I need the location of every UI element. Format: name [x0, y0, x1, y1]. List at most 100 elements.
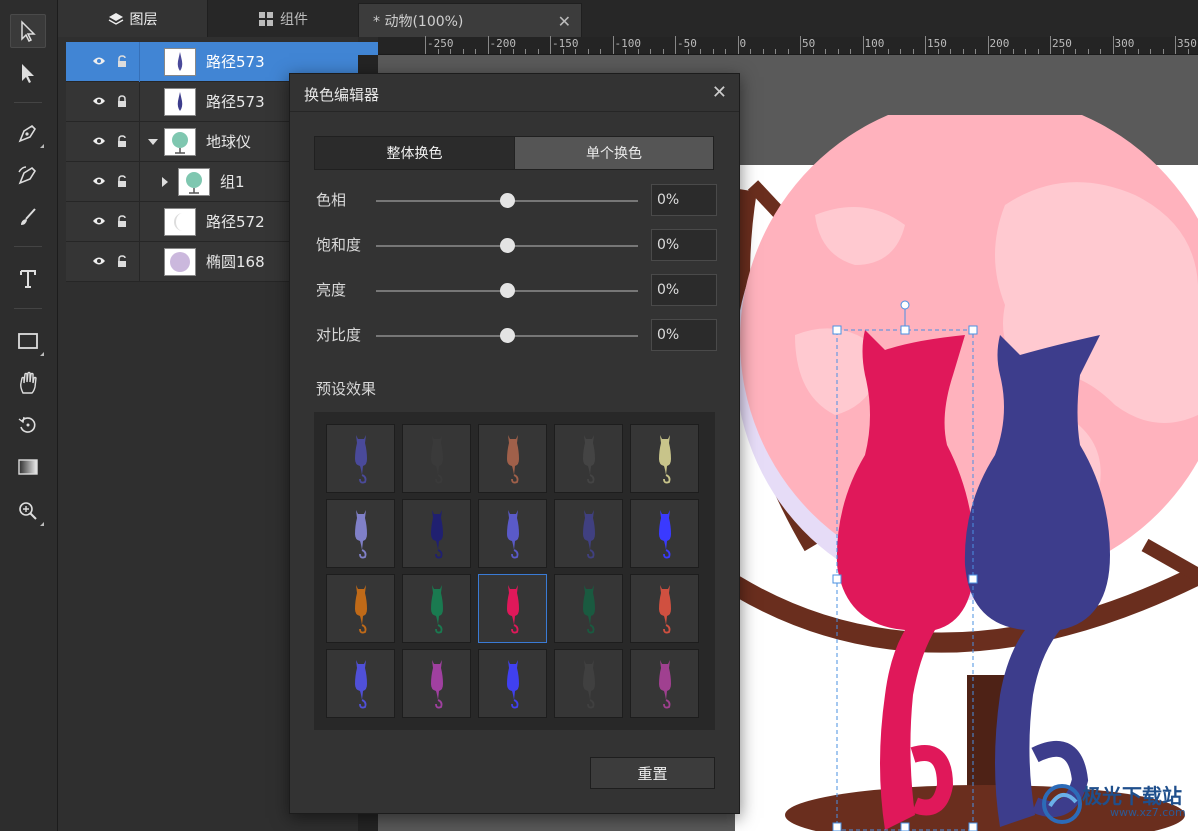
- resize-handle[interactable]: [900, 325, 910, 335]
- preset-swatch[interactable]: [630, 499, 699, 568]
- resize-handle[interactable]: [900, 822, 910, 831]
- slider-label: 色相: [316, 191, 347, 209]
- resize-handle[interactable]: [968, 574, 978, 584]
- close-icon[interactable]: ✕: [712, 82, 727, 103]
- preset-swatch[interactable]: [326, 499, 395, 568]
- eye-icon[interactable]: [92, 216, 106, 226]
- layer-thumbnail: [164, 48, 196, 76]
- layer-name: 椭圆168: [206, 253, 265, 271]
- document-tab[interactable]: * 动物(100%) ✕: [358, 3, 582, 37]
- resize-handle[interactable]: [968, 325, 978, 335]
- ruler-minor-tick: [775, 49, 776, 54]
- slider-knob[interactable]: [500, 328, 515, 343]
- slider-value-input[interactable]: 0%: [651, 319, 717, 351]
- brush-tool-icon[interactable]: [10, 200, 46, 234]
- eye-icon[interactable]: [92, 136, 106, 146]
- unlock-icon[interactable]: [116, 175, 128, 188]
- cat-preview-icon: [507, 660, 519, 709]
- slider-value-input[interactable]: 0%: [651, 274, 717, 306]
- layer-name: 路径573: [206, 93, 265, 111]
- eye-icon[interactable]: [92, 256, 106, 266]
- preset-swatch[interactable]: [630, 574, 699, 643]
- ruler-minor-tick: [500, 49, 501, 54]
- preset-swatch[interactable]: [478, 574, 547, 643]
- dialog-title: 换色编辑器: [304, 86, 380, 104]
- slider-knob[interactable]: [500, 283, 515, 298]
- ruler-minor-tick: [875, 49, 876, 54]
- cat-preview-icon: [507, 585, 519, 634]
- ruler-tick: [737, 36, 739, 54]
- horizontal-ruler: -250 -200 -150 -100 -50 0 50 100 150 200 250 300 350: [378, 36, 1198, 55]
- zoom-tool-icon[interactable]: [10, 494, 46, 528]
- resize-handle[interactable]: [832, 822, 842, 831]
- resize-handle[interactable]: [968, 822, 978, 831]
- preset-swatch[interactable]: [326, 424, 395, 493]
- ruler-minor-tick: [437, 49, 439, 54]
- preset-swatch[interactable]: [630, 649, 699, 718]
- rectangle-tool-icon[interactable]: [10, 324, 46, 358]
- preset-swatch[interactable]: [478, 424, 547, 493]
- collapse-arrow-icon[interactable]: [148, 139, 158, 145]
- unlock-icon[interactable]: [116, 55, 128, 68]
- slider-label: 亮度: [316, 281, 347, 299]
- tab-layers[interactable]: 图层: [58, 0, 208, 37]
- resize-handle[interactable]: [832, 325, 842, 335]
- cat-left-tail-curl: [910, 745, 954, 816]
- anchor-pen-tool-icon[interactable]: [10, 158, 46, 192]
- preset-swatch[interactable]: [554, 424, 623, 493]
- preset-swatch[interactable]: [478, 649, 547, 718]
- unlock-icon[interactable]: [116, 135, 128, 148]
- preset-swatch[interactable]: [402, 499, 471, 568]
- preset-swatch[interactable]: [554, 649, 623, 718]
- reset-button[interactable]: 重置: [590, 757, 715, 789]
- pen-tool-icon[interactable]: [10, 116, 46, 150]
- preset-swatch[interactable]: [402, 574, 471, 643]
- layer-thumbnail: [164, 248, 196, 276]
- panel-tab-bar: 图层 组件 * 动物(100%) ✕: [58, 0, 1198, 37]
- ruler-minor-tick: [975, 49, 976, 54]
- close-icon[interactable]: ✕: [558, 12, 571, 31]
- preset-swatch[interactable]: [326, 574, 395, 643]
- preset-swatch[interactable]: [630, 424, 699, 493]
- preset-swatch[interactable]: [554, 499, 623, 568]
- layer-thumbnail: [164, 128, 196, 156]
- preset-swatch[interactable]: [326, 649, 395, 718]
- preset-swatch[interactable]: [554, 574, 623, 643]
- preset-swatch[interactable]: [402, 424, 471, 493]
- ruler-tick: [1175, 36, 1176, 54]
- rotate-handle[interactable]: [900, 300, 910, 310]
- preset-swatch[interactable]: [402, 649, 471, 718]
- single-recolor-button[interactable]: 单个换色: [514, 137, 713, 169]
- cat-preview-icon: [659, 660, 671, 709]
- preset-swatch[interactable]: [478, 499, 547, 568]
- ruler-minor-tick: [1062, 49, 1064, 54]
- resize-handle[interactable]: [832, 574, 842, 584]
- cat-preview-icon: [355, 435, 367, 484]
- slider-knob[interactable]: [500, 193, 515, 208]
- cat-preview-icon: [355, 510, 367, 559]
- ruler-label: 0: [739, 37, 747, 50]
- rotate-tool-icon[interactable]: [10, 408, 46, 442]
- cat-preview-icon: [431, 510, 443, 559]
- select-tool-icon[interactable]: [10, 14, 46, 48]
- hand-tool-icon[interactable]: [10, 366, 46, 400]
- whole-recolor-button[interactable]: 整体换色: [315, 137, 514, 169]
- tool-bar: [0, 0, 58, 831]
- unlock-icon[interactable]: [116, 215, 128, 228]
- ruler-minor-tick: [650, 49, 651, 54]
- eye-icon[interactable]: [92, 96, 106, 106]
- slider-value-input[interactable]: 0%: [651, 184, 717, 216]
- ruler-minor-tick: [512, 49, 514, 54]
- gradient-tool-icon[interactable]: [10, 450, 46, 484]
- slider-knob[interactable]: [500, 238, 515, 253]
- eye-icon[interactable]: [92, 176, 106, 186]
- lock-icon[interactable]: [116, 95, 128, 108]
- canvas-artwork[interactable]: [735, 115, 1198, 831]
- eye-icon[interactable]: [92, 56, 106, 66]
- expand-arrow-icon[interactable]: [162, 177, 168, 187]
- slider-value-input[interactable]: 0%: [651, 229, 717, 261]
- text-tool-icon[interactable]: [10, 262, 46, 296]
- direct-select-tool-icon[interactable]: [10, 56, 46, 90]
- unlock-icon[interactable]: [116, 255, 128, 268]
- tab-components[interactable]: 组件: [208, 0, 358, 37]
